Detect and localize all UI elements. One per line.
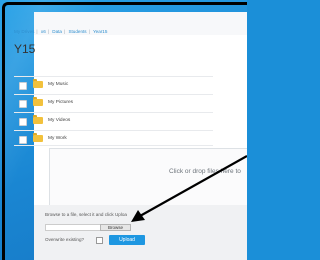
breadcrumb-item-students[interactable]: Students	[68, 29, 86, 34]
row-checkbox[interactable]	[19, 100, 27, 108]
page-title: Y15	[14, 42, 36, 56]
folder-name[interactable]: My Music	[48, 82, 68, 87]
breadcrumb-item-data[interactable]: Data	[52, 29, 62, 34]
folder-icon	[33, 79, 43, 88]
folder-icon	[33, 97, 43, 106]
folder-row-videos[interactable]: My Videos	[14, 112, 213, 128]
folder-row-work[interactable]: My Work	[14, 130, 213, 146]
file-path-field[interactable]	[45, 224, 101, 231]
breadcrumb-separator: |	[36, 29, 38, 34]
folder-icon	[33, 133, 43, 142]
row-checkbox[interactable]	[19, 118, 27, 126]
overwrite-checkbox[interactable]	[96, 237, 103, 244]
folder-name[interactable]: My Pictures	[48, 100, 73, 105]
breadcrumb-separator: |	[88, 29, 90, 34]
overwrite-label: Overwrite existing?	[45, 237, 85, 242]
browse-button[interactable]: Browse	[100, 224, 131, 231]
breadcrumb-item-year[interactable]: Year15	[93, 29, 107, 34]
upload-hint: Browse to a file, select it and click Up…	[45, 212, 127, 217]
upload-button[interactable]: Upload	[109, 235, 145, 245]
breadcrumb-separator: |	[63, 29, 66, 34]
folder-name[interactable]: My Videos	[48, 118, 70, 123]
breadcrumb-separator: |	[47, 29, 49, 34]
row-checkbox[interactable]	[19, 82, 27, 90]
breadcrumb-item-x6[interactable]: x6	[41, 29, 46, 34]
file-dropzone[interactable]: Click or drop files here to	[49, 148, 247, 208]
folder-row-pictures[interactable]: My Pictures	[14, 94, 213, 110]
breadcrumb: My Drives | x6 | Data | Students | Year15	[14, 29, 107, 34]
folder-row-music[interactable]: My Music	[14, 76, 213, 92]
folder-name[interactable]: My Work	[48, 136, 67, 141]
breadcrumb-item-drives[interactable]: My Drives	[14, 29, 34, 34]
dropzone-text: Click or drop files here to	[169, 168, 241, 175]
folder-icon	[33, 115, 43, 124]
row-checkbox[interactable]	[19, 136, 27, 144]
